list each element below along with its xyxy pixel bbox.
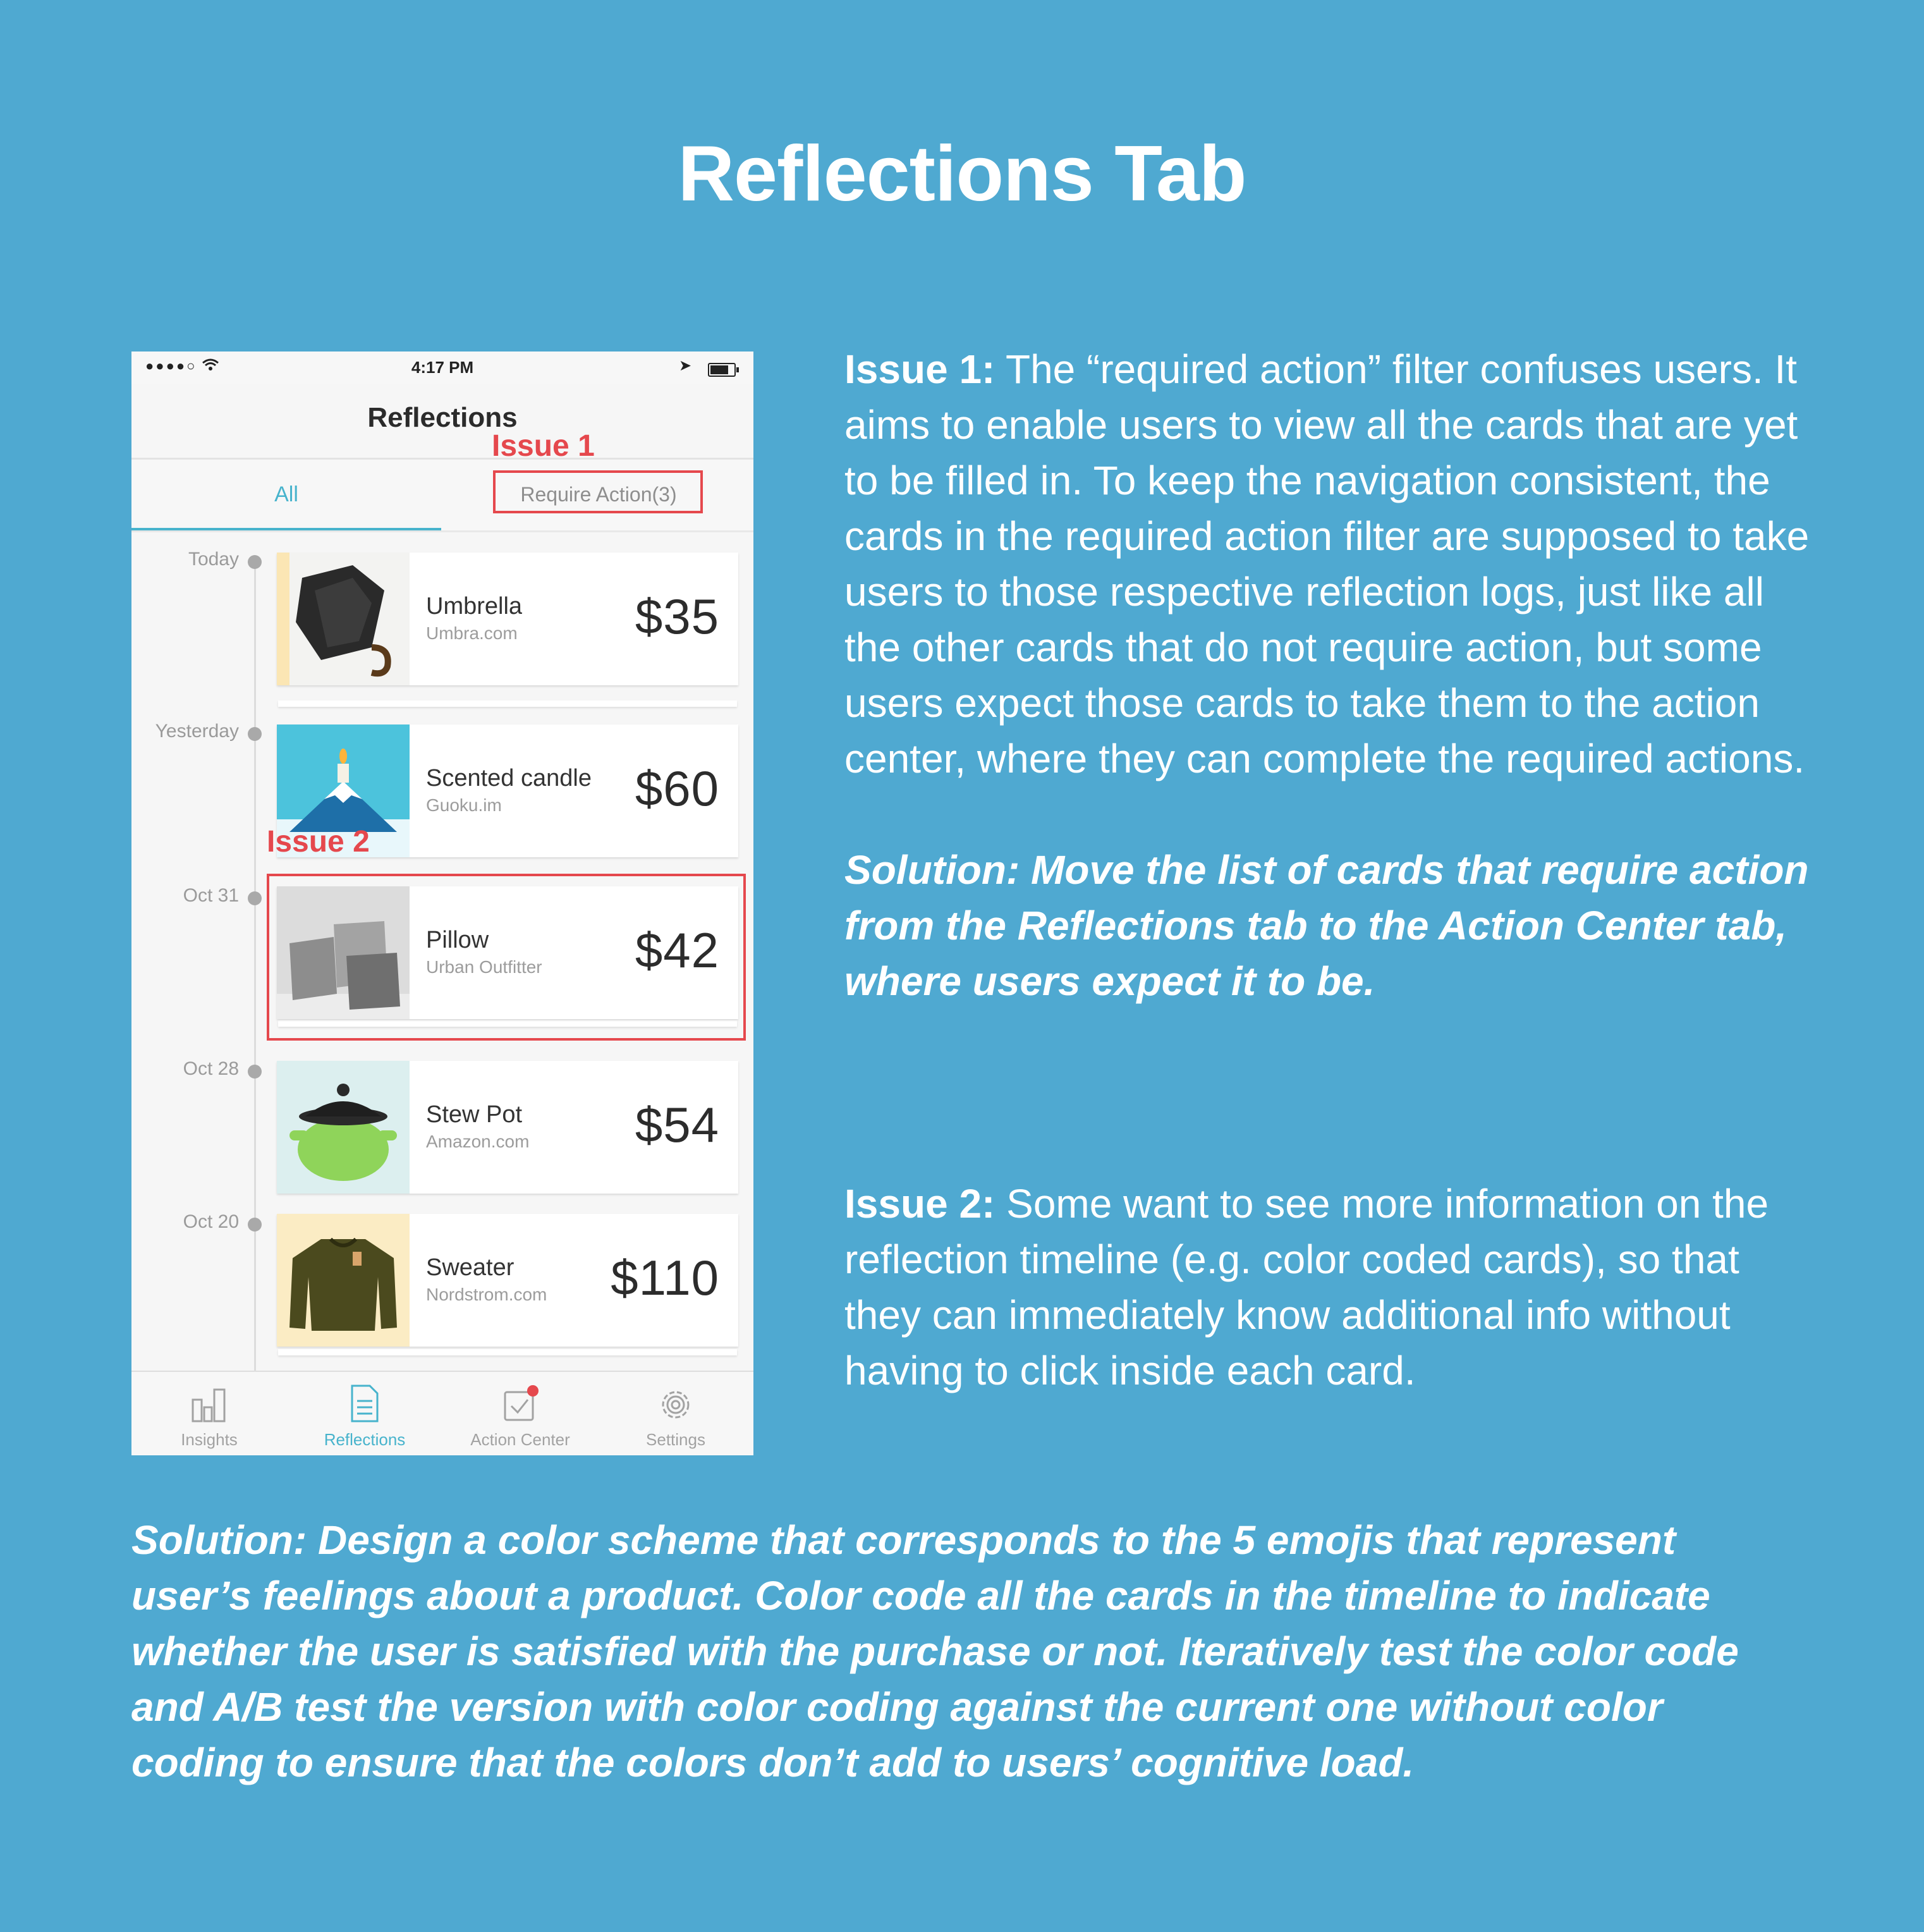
nav-title: Reflections (367, 402, 518, 433)
issue-1-text: The “required action” filter confuses us… (844, 346, 1810, 781)
issue-1-heading: Issue 1: (844, 346, 995, 392)
tab-label: Settings (646, 1430, 705, 1449)
date-label: Yesterday (155, 721, 239, 742)
timeline-dot (248, 1218, 262, 1232)
card-stack-shadow (278, 1349, 737, 1355)
card-stack-shadow (278, 1020, 737, 1027)
issue-2-heading: Issue 2: (844, 1181, 995, 1226)
card-name: Umbrella (426, 593, 523, 620)
document-icon (346, 1383, 384, 1424)
card-price: $35 (635, 589, 719, 644)
date-label: Today (188, 549, 239, 570)
card-sweater[interactable]: Sweater Nordstrom.com $110 (277, 1214, 738, 1347)
timeline-dot (248, 555, 262, 569)
gear-icon (657, 1383, 695, 1424)
battery-icon (708, 363, 739, 377)
tab-all[interactable]: All (131, 460, 441, 530)
tab-insights[interactable]: Insights (131, 1372, 287, 1455)
phone-screenshot: ●●●●○ 4:17 PM ➤ Reflections All Require … (131, 352, 753, 1455)
page-title: Reflections Tab (678, 130, 1246, 217)
location-arrow-icon: ➤ (679, 357, 692, 374)
card-price: $42 (635, 922, 719, 978)
card-price: $60 (635, 761, 719, 816)
card-name: Pillow (426, 927, 489, 953)
card-price: $110 (611, 1250, 719, 1305)
issue-1-highlight-box (493, 470, 703, 513)
card-store: Guoku.im (426, 795, 502, 815)
timeline-line (254, 561, 256, 1383)
issue-1-label: Issue 1 (492, 429, 595, 463)
pillow-image (277, 886, 410, 1019)
card-name: Scented candle (426, 765, 592, 792)
tab-label: Action Center (470, 1430, 570, 1449)
issues-text-column: Issue 1: The “required action” filter co… (844, 341, 1818, 1398)
card-stew-pot[interactable]: Stew Pot Amazon.com $54 (277, 1061, 738, 1194)
card-price: $54 (635, 1097, 719, 1152)
timeline-dot (248, 1065, 262, 1079)
card-name: Sweater (426, 1254, 514, 1281)
sweater-image (277, 1214, 410, 1347)
card-name: Stew Pot (426, 1101, 523, 1128)
card-pillow[interactable]: Pillow Urban Outfitter $42 (277, 886, 738, 1019)
bottom-tab-bar: Insights Reflections Action Center Setti… (131, 1371, 753, 1455)
issue-2-paragraph: Issue 2: Some want to see more informati… (844, 1176, 1818, 1398)
tab-reflections[interactable]: Reflections (287, 1372, 442, 1455)
timeline-dot (248, 891, 262, 905)
card-stack-shadow (278, 700, 737, 707)
bar-chart-icon (190, 1383, 228, 1424)
card-store: Urban Outfitter (426, 957, 542, 977)
issue-1-paragraph: Issue 1: The “required action” filter co… (844, 341, 1818, 786)
tabs-divider (131, 530, 753, 532)
status-bar: ●●●●○ 4:17 PM ➤ (131, 352, 753, 384)
card-store: Umbra.com (426, 623, 518, 643)
tab-settings[interactable]: Settings (598, 1372, 753, 1455)
tab-label: Insights (181, 1430, 238, 1449)
date-label: Oct 20 (183, 1211, 239, 1232)
card-store: Amazon.com (426, 1132, 530, 1151)
checkbox-icon (501, 1383, 539, 1424)
date-label: Oct 28 (183, 1058, 239, 1079)
issue-1-solution: Solution: Move the list of cards that re… (844, 847, 1809, 1004)
issue-2-solution: Solution: Design a color scheme that cor… (131, 1517, 1739, 1785)
status-time: 4:17 PM (411, 358, 474, 377)
tab-label: Reflections (324, 1430, 406, 1449)
card-store: Nordstrom.com (426, 1285, 547, 1304)
date-label: Oct 31 (183, 885, 239, 906)
stew-pot-image (277, 1061, 410, 1194)
timeline-dot (248, 727, 262, 741)
tab-action-center[interactable]: Action Center (442, 1372, 598, 1455)
umbrella-image (277, 553, 410, 685)
card-umbrella[interactable]: Umbrella Umbra.com $35 (277, 553, 738, 685)
issue-2-label: Issue 2 (267, 825, 370, 859)
